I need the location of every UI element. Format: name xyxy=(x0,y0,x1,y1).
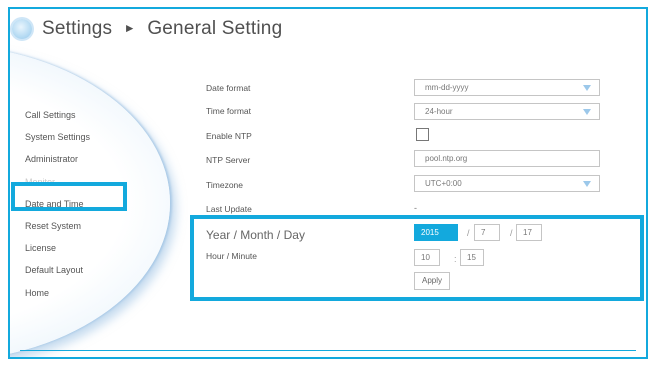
hour-input[interactable]: 10 xyxy=(414,249,440,266)
date-separator-1: / xyxy=(467,228,470,238)
day-input[interactable]: 17 xyxy=(516,224,542,241)
last-update-label: Last Update xyxy=(206,204,252,214)
ntp-server-label: NTP Server xyxy=(206,155,251,165)
enable-ntp-checkbox[interactable] xyxy=(416,128,429,141)
year-month-day-label: Year / Month / Day xyxy=(206,228,305,242)
page-title: Settings ► General Setting xyxy=(42,18,282,40)
sidebar-item-administrator[interactable]: Administrator xyxy=(25,148,90,170)
date-format-label: Date format xyxy=(206,83,251,93)
page-header: Settings ► General Setting xyxy=(12,18,282,40)
settings-gear-icon xyxy=(12,19,32,39)
apply-button[interactable]: Apply xyxy=(414,272,450,290)
year-input[interactable]: 2015 xyxy=(414,224,458,241)
bottom-divider xyxy=(20,350,636,351)
hour-minute-label: Hour / Minute xyxy=(206,251,258,261)
date-separator-2: / xyxy=(510,228,513,238)
date-and-time-highlight xyxy=(11,182,127,211)
breadcrumb-general-setting: General Setting xyxy=(147,18,283,39)
enable-ntp-label: Enable NTP xyxy=(206,131,252,141)
timezone-select[interactable]: UTC+0:00 xyxy=(414,175,600,192)
minute-input[interactable]: 15 xyxy=(460,249,484,266)
time-format-label: Time format xyxy=(206,106,252,116)
time-separator: : xyxy=(454,254,457,264)
last-update-value: - xyxy=(414,203,417,213)
breadcrumb-settings[interactable]: Settings xyxy=(42,18,112,39)
sidebar-item-default-layout[interactable]: Default Layout xyxy=(25,259,90,281)
sidebar-item-reset-system[interactable]: Reset System xyxy=(25,215,90,237)
timezone-label: Timezone xyxy=(206,180,244,190)
sidebar-item-home[interactable]: Home xyxy=(25,282,90,304)
date-format-select[interactable]: mm-dd-yyyy xyxy=(414,79,600,96)
sidebar-item-call-settings[interactable]: Call Settings xyxy=(25,104,90,126)
time-format-select[interactable]: 24-hour xyxy=(414,103,600,120)
ntp-server-input[interactable]: pool.ntp.org xyxy=(414,150,600,167)
sidebar-item-license[interactable]: License xyxy=(25,237,90,259)
month-input[interactable]: 7 xyxy=(474,224,500,241)
breadcrumb-separator-icon: ► xyxy=(123,21,136,35)
sidebar-item-system-settings[interactable]: System Settings xyxy=(25,126,90,148)
